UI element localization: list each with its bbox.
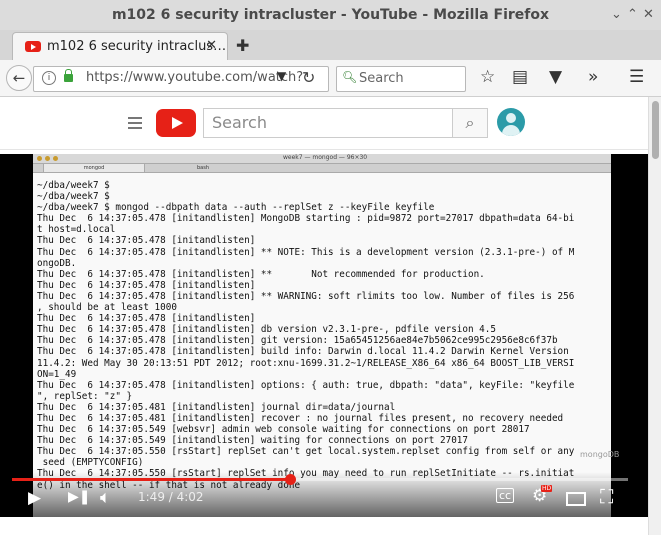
- play-icon[interactable]: ▶: [28, 488, 41, 508]
- url-text[interactable]: https://www.youtube.com/watch?: [86, 70, 303, 85]
- avatar[interactable]: [497, 108, 525, 136]
- maximize-icon[interactable]: ⌃: [627, 8, 638, 22]
- volume-icon[interactable]: 🔈︎: [100, 487, 111, 508]
- terminal-line: , should be at least 1000: [37, 302, 177, 314]
- terminal-output: ~/dba/week7 $ ~/dba/week7 $ ~/dba/week7 $ …: [37, 180, 607, 491]
- bookmark-star-icon[interactable]: ☆: [480, 68, 495, 86]
- new-tab-icon[interactable]: ✚: [236, 36, 249, 55]
- terminal-line: 11.4.2: Wed May 30 20:13:51 PDT 2012; ro…: [37, 357, 575, 369]
- page-scrollbar[interactable]: [648, 97, 661, 535]
- browser-search-placeholder: Search: [359, 71, 404, 86]
- close-window-icon[interactable]: ✕: [643, 8, 654, 22]
- reading-list-icon[interactable]: ▤: [512, 68, 528, 86]
- terminal-tabs: mongod bash: [33, 164, 611, 173]
- minimize-icon[interactable]: ⌄: [611, 8, 622, 22]
- terminal-line: Thu Dec 6 14:37:05.481 [initandlisten] j…: [37, 401, 396, 413]
- terminal-line: Thu Dec 6 14:37:05.550 [rsStart] replSet…: [37, 446, 575, 458]
- overflow-chevrons-icon[interactable]: »: [588, 68, 598, 86]
- tab-youtube[interactable]: m102 6 security intraclus… ✕: [12, 32, 228, 61]
- terminal-line: ON=1_49: [37, 368, 77, 380]
- terminal-title: week7 — mongod — 96×30: [283, 154, 368, 161]
- menu-icon[interactable]: ☰: [629, 68, 644, 86]
- player-controls: ▶ ▶❚ 🔈︎ 1:49 / 4:02 cc ⚙ HD ⛶: [0, 472, 648, 517]
- close-tab-icon[interactable]: ✕: [206, 38, 217, 53]
- mongodb-watermark: mongoDB: [580, 450, 620, 459]
- terminal-line: Thu Dec 6 14:37:05.478 [initandlisten] *…: [37, 290, 575, 302]
- page-content: Search ⌕ week7 — mongod — 96×30 mongod b…: [0, 97, 648, 535]
- url-bar[interactable]: i https://www.youtube.com/watch? ▼ ↻: [33, 66, 329, 92]
- info-icon[interactable]: i: [42, 71, 56, 85]
- youtube-search-placeholder: Search: [212, 113, 267, 132]
- terminal-line: Thu Dec 6 14:37:05.478 [initandlisten] o…: [37, 379, 575, 391]
- terminal-tab-bash: bash: [196, 165, 209, 171]
- terminal-line: Thu Dec 6 14:37:05.549 [websvr] admin we…: [37, 424, 530, 436]
- subtitles-icon[interactable]: cc: [496, 488, 515, 503]
- terminal-line: Thu Dec 6 14:37:05.478 [initandlisten] M…: [37, 213, 575, 225]
- back-arrow-icon[interactable]: ←: [6, 65, 32, 91]
- terminal-line: ~/dba/week7 $ mongod --dbpath data --aut…: [37, 202, 435, 214]
- terminal-line: Thu Dec 6 14:37:05.478 [initandlisten]: [37, 235, 256, 247]
- terminal-line: Thu Dec 6 14:37:05.478 [initandlisten]: [37, 313, 256, 325]
- terminal-line: Thu Dec 6 14:37:05.549 [initandlisten] w…: [37, 435, 468, 447]
- youtube-search-input[interactable]: Search: [203, 108, 455, 138]
- search-icon: ⌕: [465, 113, 475, 132]
- navigation-toolbar: ← i https://www.youtube.com/watch? ▼ ↻ 🔍…: [0, 60, 661, 97]
- terminal-tab-mongod: mongod: [43, 164, 145, 172]
- terminal-line: ~/dba/week7 $: [37, 191, 110, 203]
- terminal-line: ongoDB.: [37, 257, 77, 269]
- browser-search-box[interactable]: 🔍︎ Search: [336, 66, 466, 92]
- hamburger-menu-icon[interactable]: [128, 117, 142, 132]
- terminal-line: ", replSet: "z" }: [37, 390, 133, 402]
- terminal-line: seed (EMPTYCONFIG): [37, 457, 144, 469]
- tab-label: m102 6 security intraclus…: [47, 39, 227, 54]
- chevron-down-icon[interactable]: ▼: [277, 69, 286, 83]
- time-display: 1:49 / 4:02: [138, 490, 204, 504]
- window-titlebar: m102 6 security intracluster - YouTube -…: [0, 0, 661, 31]
- terminal-line: Thu Dec 6 14:37:05.478 [initandlisten] *…: [37, 246, 575, 258]
- terminal-close-dot-icon: [37, 156, 42, 161]
- scrollbar-thumb[interactable]: [652, 101, 659, 159]
- terminal-zoom-dot-icon: [53, 156, 58, 161]
- terminal-line: Thu Dec 6 14:37:05.478 [initandlisten] g…: [37, 335, 558, 347]
- video-player[interactable]: week7 — mongod — 96×30 mongod bash ~/dba…: [0, 154, 648, 517]
- progress-bar[interactable]: [12, 474, 628, 485]
- terminal-line: Thu Dec 6 14:37:05.478 [initandlisten] b…: [37, 346, 569, 358]
- progress-played: [12, 478, 290, 481]
- hd-badge-icon: HD: [541, 485, 553, 492]
- terminal-minimize-dot-icon: [45, 156, 50, 161]
- fullscreen-icon[interactable]: ⛶: [600, 486, 613, 508]
- terminal-titlebar: week7 — mongod — 96×30: [33, 154, 611, 164]
- terminal-line: Thu Dec 6 14:37:05.478 [initandlisten] d…: [37, 324, 496, 336]
- terminal-line: Thu Dec 6 14:37:05.478 [initandlisten]: [37, 279, 256, 291]
- terminal-window: week7 — mongod — 96×30 mongod bash ~/dba…: [33, 154, 611, 517]
- next-video-icon[interactable]: ▶❚: [68, 489, 91, 505]
- window-title: m102 6 security intracluster - YouTube -…: [111, 7, 550, 23]
- youtube-search-button[interactable]: ⌕: [452, 108, 488, 138]
- youtube-header: Search ⌕: [0, 97, 648, 150]
- theater-mode-icon[interactable]: [566, 492, 586, 506]
- search-engine-icon: 🔍︎: [342, 70, 358, 84]
- lock-icon[interactable]: [64, 69, 73, 82]
- reload-icon[interactable]: ↻: [302, 68, 315, 87]
- terminal-line: t host=d.local: [37, 224, 116, 236]
- youtube-logo[interactable]: [156, 109, 196, 137]
- pocket-icon[interactable]: ▼: [549, 68, 562, 86]
- tab-strip: m102 6 security intraclus… ✕: [0, 30, 661, 61]
- youtube-favicon-icon: [25, 41, 41, 52]
- terminal-line: Thu Dec 6 14:37:05.478 [initandlisten] *…: [37, 268, 485, 280]
- terminal-line: Thu Dec 6 14:37:05.481 [initandlisten] r…: [37, 412, 564, 424]
- scrubber-handle[interactable]: [284, 474, 296, 485]
- terminal-line: ~/dba/week7 $: [37, 180, 110, 191]
